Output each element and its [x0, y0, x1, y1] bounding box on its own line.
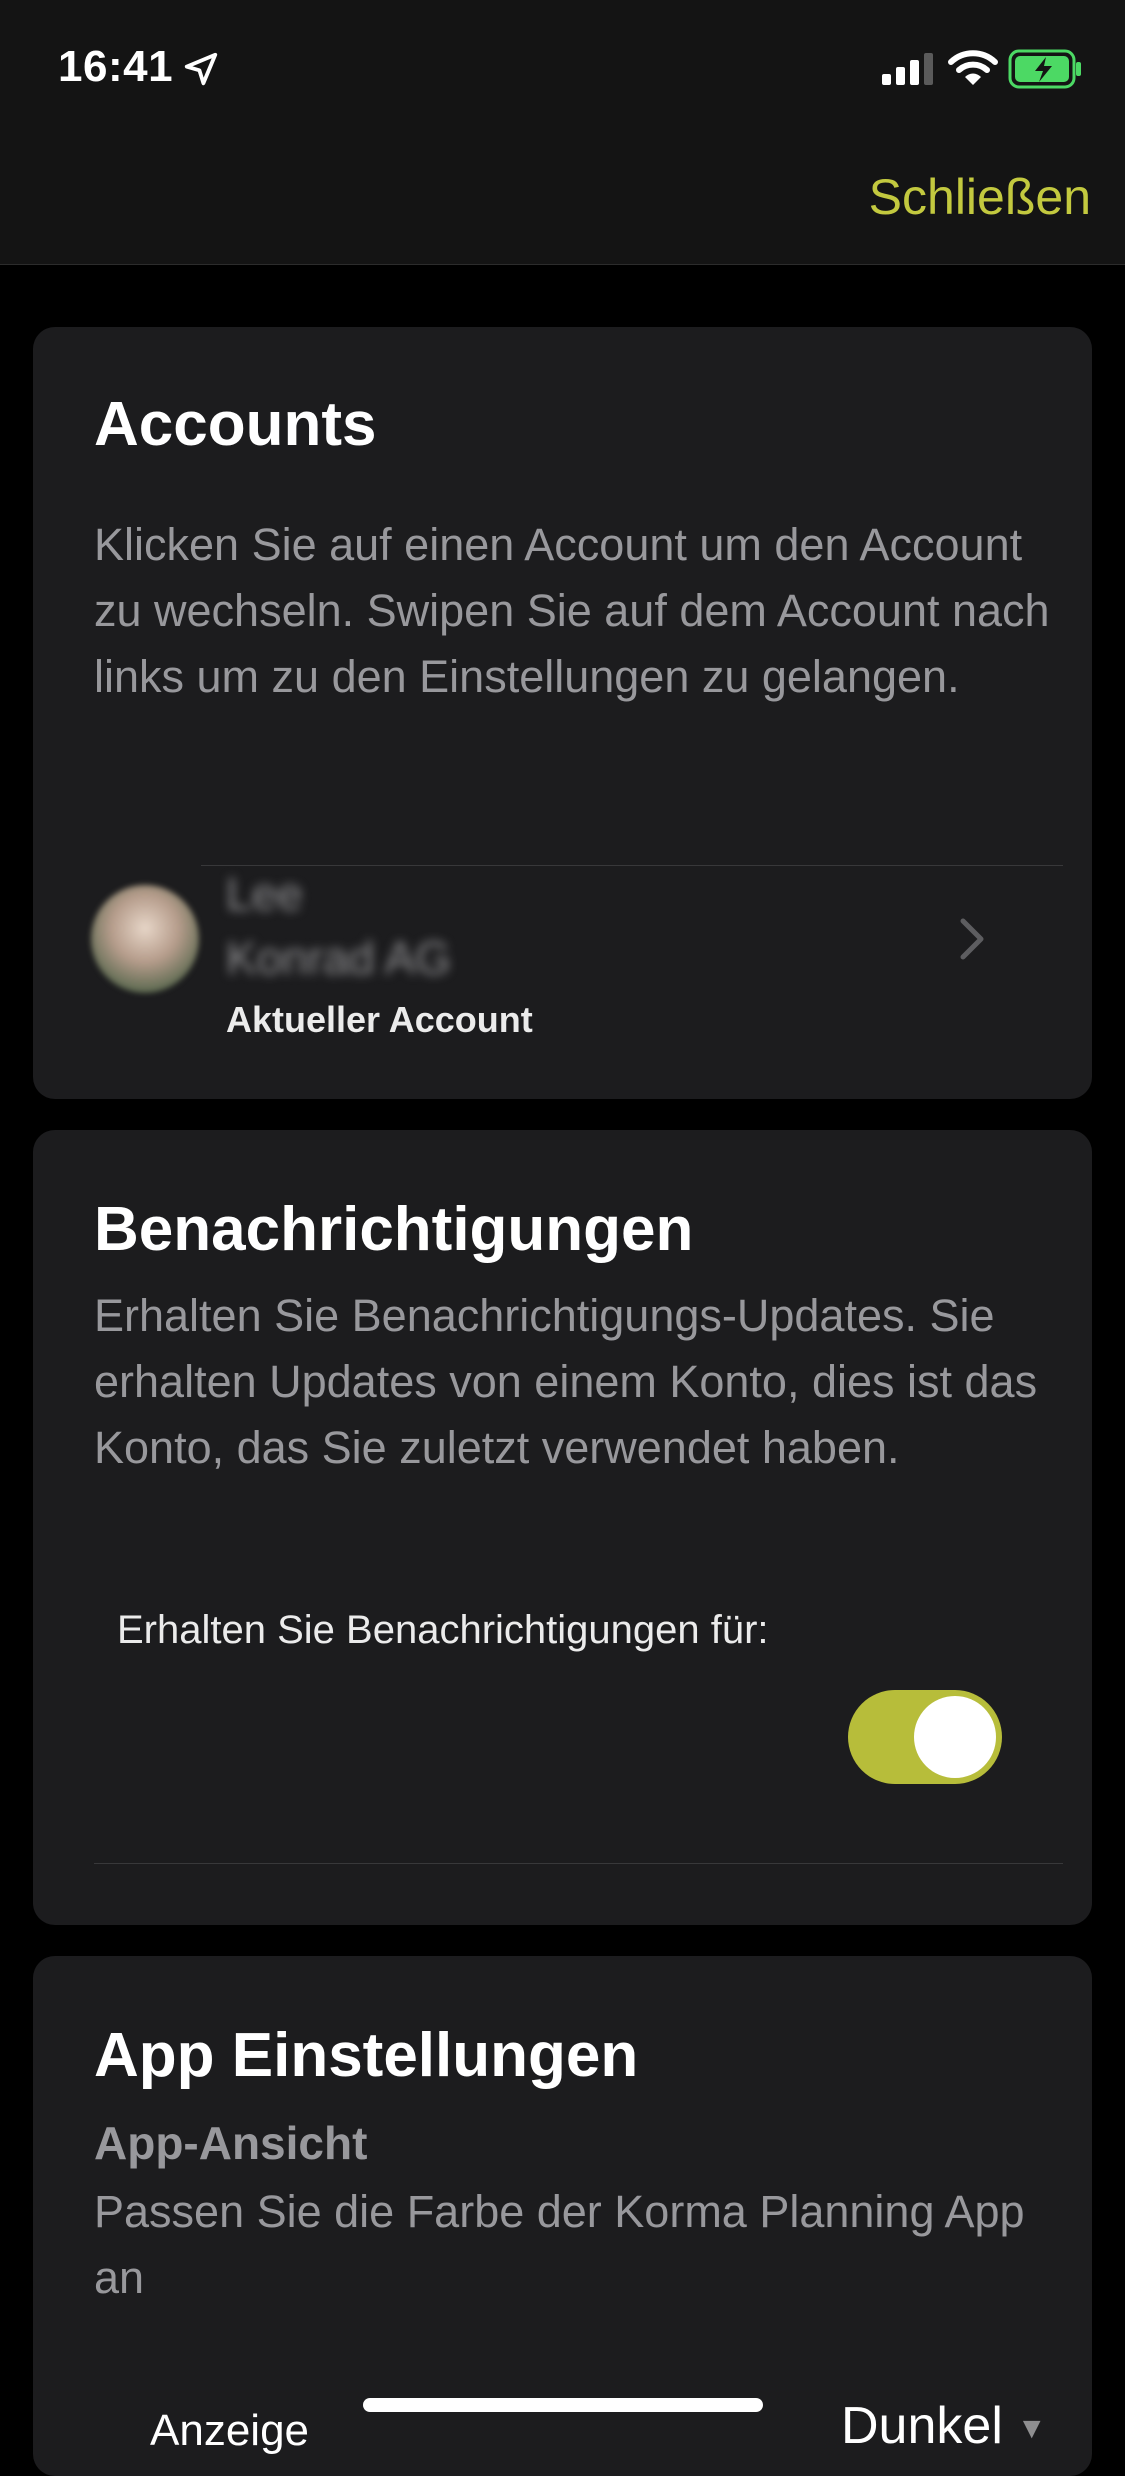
app-view-heading: App-Ansicht — [94, 2117, 368, 2169]
account-company: Konrad AG — [226, 932, 452, 984]
account-name: Lee — [226, 868, 303, 920]
notification-toggle[interactable] — [848, 1690, 1002, 1784]
close-button[interactable]: Schließen — [869, 168, 1091, 226]
account-list-item[interactable]: Lee Konrad AG Aktueller Account — [33, 827, 1092, 1040]
display-mode-value: Dunkel — [841, 2397, 1003, 2455]
notifications-title: Benachrichtigungen — [94, 1195, 694, 1264]
battery-charging-icon — [1008, 49, 1081, 89]
cellular-signal-icon — [882, 53, 933, 85]
accounts-card: Accounts Klicken Sie auf einen Account u… — [33, 327, 1092, 1099]
divider — [94, 1863, 1063, 1864]
notifications-card: Benachrichtigungen Erhalten Sie Benachri… — [33, 1130, 1092, 1925]
caret-down-icon: ▼ — [1016, 2412, 1047, 2446]
notification-toggle-label: Erhalten Sie Benachrichtigungen für: — [117, 1608, 769, 1652]
status-time: 16:41 — [58, 42, 174, 91]
notifications-description: Erhalten Sie Benachrichtigungs-Updates. … — [94, 1290, 1038, 1473]
current-account-label: Aktueller Account — [226, 999, 533, 1040]
toggle-knob — [914, 1696, 996, 1778]
wifi-icon — [948, 50, 998, 85]
app-settings-title: App Einstellungen — [94, 2021, 639, 2090]
app-view-description: Passen Sie die Farbe der Korma Planning … — [94, 2186, 1025, 2303]
accounts-description: Klicken Sie auf einen Account um den Acc… — [94, 519, 1050, 702]
display-mode-label: Anzeige — [150, 2406, 310, 2455]
location-arrow-icon — [184, 52, 218, 86]
home-indicator — [363, 2398, 763, 2412]
divider — [201, 865, 1063, 866]
status-bar: 16:41 — [0, 0, 1125, 130]
accounts-title: Accounts — [94, 390, 377, 459]
avatar — [91, 885, 199, 993]
display-mode-select[interactable]: Dunkel ▼ — [841, 2396, 1047, 2456]
navigation-bar: Schließen — [0, 130, 1125, 265]
chevron-right-icon — [960, 918, 984, 960]
